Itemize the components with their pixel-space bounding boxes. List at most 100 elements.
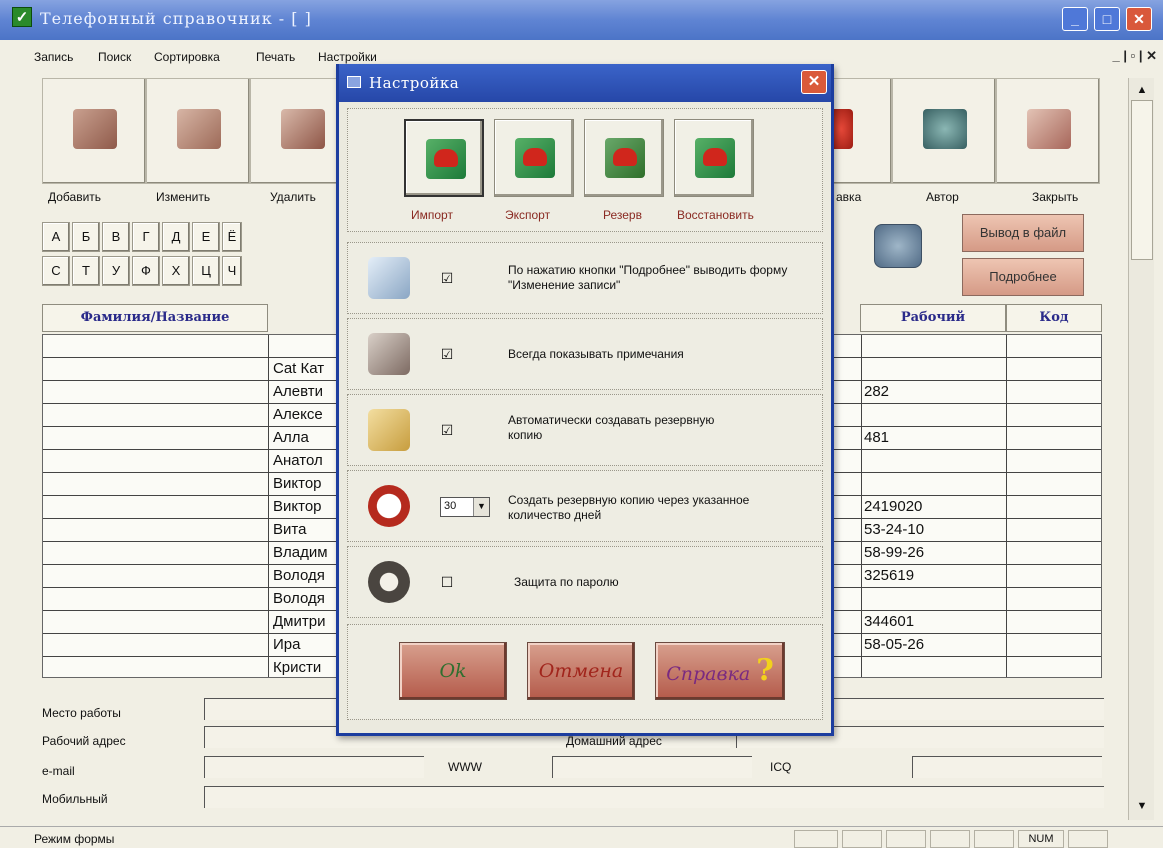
minimize-button[interactable]: _	[1062, 7, 1088, 31]
status-cell	[974, 830, 1014, 848]
scroll-down-icon[interactable]: ▼	[1131, 796, 1153, 816]
cell-work: 58-99-26	[861, 542, 1007, 565]
settings-dialog: Настройка ✕ Импорт Экспорт Резерв Восста…	[336, 64, 834, 736]
ok-button[interactable]: Ok	[399, 642, 507, 700]
cell-work: 53-24-10	[861, 519, 1007, 542]
question-icon: ?	[756, 653, 774, 688]
reserve-label: Резерв	[603, 208, 642, 222]
dialog-title: Настройка	[369, 74, 460, 92]
cancel-button[interactable]: Отмена	[527, 642, 635, 700]
edit-button[interactable]	[146, 78, 250, 184]
add-record-icon	[73, 109, 117, 149]
menu-item-settings[interactable]: Настройки	[318, 50, 377, 64]
letter-button[interactable]: Б	[72, 222, 100, 252]
letter-button[interactable]: У	[102, 256, 130, 286]
auto-backup-checkbox[interactable]: ☑	[440, 423, 454, 437]
backup-days-value: 30	[444, 500, 457, 512]
author-spy-icon	[923, 109, 967, 149]
workplace-label: Место работы	[42, 706, 121, 720]
show-notes-text: Всегда показывать примечания	[508, 347, 684, 361]
letter-button[interactable]: Ч	[222, 256, 242, 286]
letter-button[interactable]: С	[42, 256, 70, 286]
column-header-name[interactable]: Фамилия/Название	[42, 304, 268, 332]
lock-icon	[368, 561, 410, 603]
work-address-label: Рабочий адрес	[42, 734, 126, 748]
letter-button[interactable]: Т	[72, 256, 100, 286]
close-hand-icon	[1027, 109, 1071, 149]
details-form-checkbox[interactable]: ☑	[440, 271, 454, 285]
author-button[interactable]	[892, 78, 996, 184]
letter-button[interactable]: А	[42, 222, 70, 252]
letter-button[interactable]: Ц	[192, 256, 220, 286]
help-label: авка	[836, 190, 862, 204]
maximize-button[interactable]: □	[1094, 7, 1120, 31]
menu-item-print[interactable]: Печать	[256, 50, 295, 64]
main-title-bar[interactable]: ✓ Телефонный справочник - [ ] _ □ ✕	[0, 0, 1163, 40]
letter-button[interactable]: Х	[162, 256, 190, 286]
scroll-thumb[interactable]	[1131, 100, 1153, 260]
icq-field[interactable]	[912, 756, 1102, 778]
details-button[interactable]: Подробнее	[962, 258, 1084, 296]
www-field[interactable]	[552, 756, 752, 778]
cell-work: 344601	[861, 611, 1007, 634]
column-header-code[interactable]: Код	[1006, 304, 1102, 332]
dialog-title-bar[interactable]: Настройка ✕	[339, 64, 831, 102]
auto-backup-text: Автоматически создавать резервную копию	[508, 413, 715, 442]
option-auto-backup: ☑ Автоматически создавать резервную копи…	[347, 394, 823, 466]
letter-button[interactable]: Ё	[222, 222, 242, 252]
letter-button[interactable]: Ф	[132, 256, 160, 286]
mobile-field[interactable]	[204, 786, 1104, 808]
email-field[interactable]	[204, 756, 424, 778]
reserve-button[interactable]	[584, 119, 664, 197]
cell-work	[861, 473, 1007, 496]
help-dialog-button[interactable]: Справка ?	[655, 642, 785, 700]
show-notes-checkbox[interactable]: ☑	[440, 347, 454, 361]
menu-item-sort[interactable]: Сортировка	[154, 50, 220, 64]
add-button[interactable]	[42, 78, 146, 184]
letter-button[interactable]: Д	[162, 222, 190, 252]
help-button-label: Справка	[666, 663, 751, 685]
import-button[interactable]	[404, 119, 484, 197]
export-file-button[interactable]: Вывод в файл	[962, 214, 1084, 252]
status-num: NUM	[1018, 830, 1064, 848]
export-label: Экспорт	[505, 208, 551, 222]
status-mode: Режим формы	[34, 832, 115, 846]
delete-record-icon	[281, 109, 325, 149]
password-text: Защита по паролю	[514, 575, 619, 589]
option-details-form: ☑ По нажатию кнопки "Подробнее" выводить…	[347, 242, 823, 314]
restore-button[interactable]	[674, 119, 754, 197]
mdi-controls[interactable]: _ | ▫ | ✕	[1113, 48, 1157, 64]
letter-button[interactable]: В	[102, 222, 130, 252]
letter-button[interactable]: Г	[132, 222, 160, 252]
delete-label: Удалить	[270, 190, 316, 204]
vertical-scrollbar[interactable]: ▲ ▼	[1128, 78, 1154, 820]
option-backup-days: 30 ▼ Создать резервную копию через указа…	[347, 470, 823, 542]
close-button[interactable]	[996, 78, 1100, 184]
notes-icon	[368, 333, 410, 375]
edit-label: Изменить	[156, 190, 211, 204]
menu-item-record[interactable]: Запись	[34, 50, 73, 64]
export-phone-icon	[515, 138, 555, 178]
letter-button[interactable]: Е	[192, 222, 220, 252]
scroll-up-icon[interactable]: ▲	[1131, 80, 1153, 100]
status-cell	[842, 830, 882, 848]
cell-work	[861, 358, 1007, 381]
cell-work	[861, 657, 1007, 677]
reserve-phone-icon	[605, 138, 645, 178]
export-button[interactable]	[494, 119, 574, 197]
edit-record-icon	[177, 109, 221, 149]
column-header-work[interactable]: Рабочий	[860, 304, 1006, 332]
chevron-down-icon[interactable]: ▼	[473, 498, 489, 516]
details-form-text: По нажатию кнопки "Подробнее" выводить ф…	[508, 263, 788, 292]
add-label: Добавить	[48, 190, 102, 204]
dialog-close-button[interactable]: ✕	[801, 70, 827, 94]
menu-item-search[interactable]: Поиск	[98, 50, 131, 64]
cell-work: 58-05-26	[861, 634, 1007, 657]
password-checkbox[interactable]: ☐	[440, 575, 454, 589]
status-cell	[794, 830, 838, 848]
backup-days-select[interactable]: 30 ▼	[440, 497, 490, 517]
option-show-notes: ☑ Всегда показывать примечания	[347, 318, 823, 390]
close-label: Закрыть	[1032, 190, 1079, 204]
close-window-button[interactable]: ✕	[1126, 7, 1152, 31]
documents-icon	[368, 257, 410, 299]
